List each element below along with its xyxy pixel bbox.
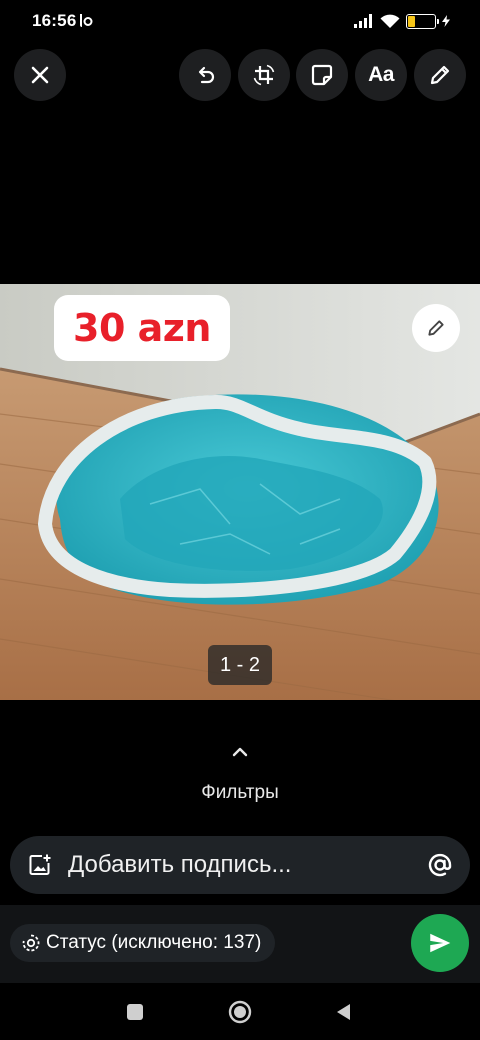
sticker-edit-button[interactable] bbox=[412, 304, 460, 352]
square-icon bbox=[127, 1004, 143, 1020]
price-sticker[interactable]: 30 azn bbox=[54, 295, 230, 361]
undo-button[interactable] bbox=[179, 49, 231, 101]
battery-level: 25 bbox=[415, 14, 427, 26]
sticker-button[interactable] bbox=[296, 49, 348, 101]
mention-icon[interactable] bbox=[426, 851, 454, 879]
signal-icon bbox=[354, 14, 372, 28]
draw-button[interactable] bbox=[414, 49, 466, 101]
undo-icon bbox=[198, 66, 215, 84]
charging-icon bbox=[442, 15, 450, 27]
text-icon: Aa bbox=[368, 63, 394, 86]
text-tool-button[interactable]: Aa bbox=[355, 49, 407, 101]
battery-icon: 25 bbox=[406, 13, 439, 29]
status-icon bbox=[22, 934, 40, 952]
status-time: 16:56 bbox=[32, 11, 77, 30]
add-media-icon[interactable] bbox=[28, 853, 52, 877]
filters-label[interactable]: Фильтры bbox=[0, 782, 480, 804]
back-triangle-icon bbox=[337, 1004, 350, 1020]
send-icon bbox=[430, 933, 451, 953]
home-circle-icon bbox=[228, 1000, 252, 1024]
caption-bar bbox=[10, 836, 470, 894]
crop-rotate-icon bbox=[253, 64, 275, 86]
send-button[interactable] bbox=[411, 914, 469, 972]
navigation-bar bbox=[0, 983, 480, 1040]
wifi-icon bbox=[380, 14, 400, 28]
pencil-icon bbox=[428, 320, 444, 336]
status-bar: 16:56 25 bbox=[0, 0, 480, 44]
status-audience-label: Статус (исключено: 137) bbox=[46, 932, 262, 953]
home-button[interactable] bbox=[228, 1000, 252, 1024]
status-audience-chip[interactable]: Статус (исключено: 137) bbox=[10, 924, 276, 962]
back-button[interactable] bbox=[332, 1000, 356, 1024]
sticker-icon bbox=[311, 64, 333, 86]
page-indicator: 1 - 2 bbox=[208, 645, 272, 685]
app-notification-icon bbox=[80, 14, 93, 27]
close-button[interactable] bbox=[14, 49, 66, 101]
crop-rotate-button[interactable] bbox=[238, 49, 290, 101]
close-icon bbox=[31, 66, 49, 84]
pencil-icon bbox=[430, 65, 450, 85]
caption-input[interactable] bbox=[68, 846, 408, 884]
chevron-up-icon[interactable] bbox=[228, 744, 252, 760]
recents-button[interactable] bbox=[123, 1000, 147, 1024]
